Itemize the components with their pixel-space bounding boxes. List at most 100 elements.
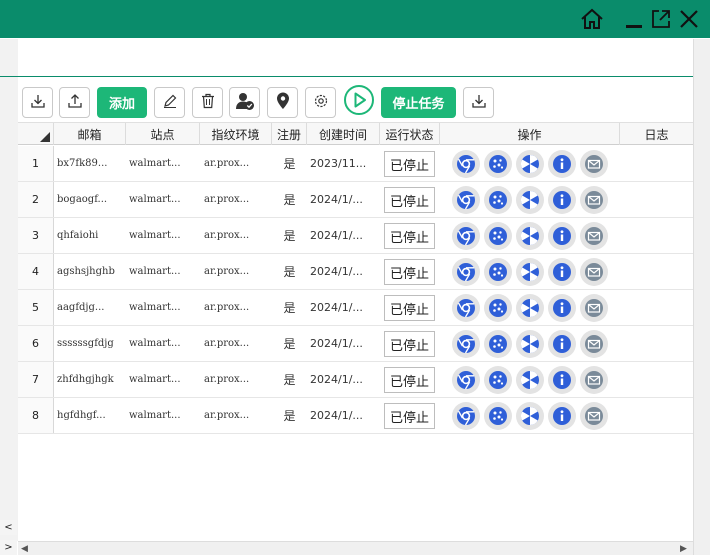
mail-icon[interactable] [580,330,608,358]
column-header-actions[interactable]: 操作 [440,123,620,145]
email-cell[interactable]: hgfdhgf... [57,398,126,433]
mail-icon[interactable] [580,366,608,394]
created-cell[interactable]: 2024/1/... [310,326,380,361]
cookie-icon[interactable] [484,366,512,394]
table-row[interactable]: 8 hgfdhgf... walmart... ar.prox... 是 2024/1/.… [18,398,693,434]
info-icon[interactable] [548,366,576,394]
row-number[interactable]: 6 [18,326,54,361]
import-button[interactable] [22,87,53,118]
created-cell[interactable]: 2024/1/... [310,362,380,397]
chrome-icon[interactable] [452,186,480,214]
registered-cell[interactable]: 是 [272,362,307,397]
aperture-icon[interactable] [516,330,544,358]
cookie-icon[interactable] [484,258,512,286]
table-row[interactable]: 3 qhfaiohi walmart... ar.prox... 是 2024/1/...… [18,218,693,254]
column-header-registered[interactable]: 注册 [272,123,307,145]
chrome-icon[interactable] [452,330,480,358]
scroll-right-button[interactable]: > [0,540,17,555]
table-row[interactable]: 2 bogaogf... walmart... ar.prox... 是 2024/1/.… [18,182,693,218]
status-button[interactable]: 已停止 [384,223,435,249]
site-cell[interactable]: walmart... [129,254,200,289]
site-cell[interactable]: walmart... [129,362,200,397]
site-cell[interactable]: walmart... [129,146,200,181]
delete-button[interactable] [192,87,223,118]
mail-icon[interactable] [580,258,608,286]
log-cell[interactable] [620,218,693,253]
row-number[interactable]: 1 [18,146,54,181]
chrome-icon[interactable] [452,258,480,286]
mail-icon[interactable] [580,294,608,322]
stop-task-button[interactable]: 停止任务 [381,87,456,118]
log-cell[interactable] [620,290,693,325]
info-icon[interactable] [548,294,576,322]
chrome-icon[interactable] [452,402,480,430]
created-cell[interactable]: 2024/1/... [310,218,380,253]
minimize-icon[interactable] [619,4,649,34]
registered-cell[interactable]: 是 [272,146,307,181]
log-cell[interactable] [620,398,693,433]
horizontal-scrollbar[interactable]: ◀ ▶ [18,541,693,555]
aperture-icon[interactable] [516,402,544,430]
email-cell[interactable]: qhfaiohi [57,218,126,253]
cookie-icon[interactable] [484,294,512,322]
site-cell[interactable]: walmart... [129,290,200,325]
log-cell[interactable] [620,146,693,181]
info-icon[interactable] [548,150,576,178]
env-cell[interactable]: ar.prox... [204,218,272,253]
chrome-icon[interactable] [452,222,480,250]
popout-icon[interactable] [646,4,676,34]
status-button[interactable]: 已停止 [384,331,435,357]
mail-icon[interactable] [580,150,608,178]
chrome-icon[interactable] [452,150,480,178]
cookie-icon[interactable] [484,330,512,358]
column-header-site[interactable]: 站点 [126,123,200,145]
start-button[interactable] [342,84,375,118]
email-cell[interactable]: agshsjhghb [57,254,126,289]
chrome-icon[interactable] [452,366,480,394]
created-cell[interactable]: 2024/1/... [310,182,380,217]
status-button[interactable]: 已停止 [384,187,435,213]
registered-cell[interactable]: 是 [272,326,307,361]
row-number[interactable]: 5 [18,290,54,325]
env-cell[interactable]: ar.prox... [204,182,272,217]
log-cell[interactable] [620,362,693,397]
settings-button[interactable] [305,87,336,118]
registered-cell[interactable]: 是 [272,398,307,433]
created-cell[interactable]: 2024/1/... [310,290,380,325]
column-header-env[interactable]: 指纹环境 [200,123,272,145]
email-cell[interactable]: bogaogf... [57,182,126,217]
chrome-icon[interactable] [452,294,480,322]
aperture-icon[interactable] [516,258,544,286]
table-row[interactable]: 4 agshsjhghb walmart... ar.prox... 是 2024/1/.… [18,254,693,290]
email-cell[interactable]: bx7fk89... [57,146,126,181]
cookie-icon[interactable] [484,402,512,430]
aperture-icon[interactable] [516,366,544,394]
info-icon[interactable] [548,402,576,430]
info-icon[interactable] [548,258,576,286]
env-cell[interactable]: ar.prox... [204,398,272,433]
created-cell[interactable]: 2024/1/... [310,398,380,433]
user-check-button[interactable] [229,87,260,118]
table-row[interactable]: 7 zhfdhgjhgk walmart... ar.prox... 是 2024/1/.… [18,362,693,398]
aperture-icon[interactable] [516,186,544,214]
column-header-email[interactable]: 邮箱 [54,123,126,145]
status-button[interactable]: 已停止 [384,403,435,429]
download-button[interactable] [463,87,494,118]
env-cell[interactable]: ar.prox... [204,362,272,397]
row-number[interactable]: 8 [18,398,54,433]
info-icon[interactable] [548,186,576,214]
home-icon[interactable] [577,4,607,34]
column-header-log[interactable]: 日志 [620,123,693,145]
registered-cell[interactable]: 是 [272,218,307,253]
status-button[interactable]: 已停止 [384,151,435,177]
site-cell[interactable]: walmart... [129,326,200,361]
edit-button[interactable] [154,87,185,118]
cookie-icon[interactable] [484,150,512,178]
site-cell[interactable]: walmart... [129,398,200,433]
email-cell[interactable]: zhfdhgjhgk [57,362,126,397]
table-row[interactable]: 5 aagfdjg... walmart... ar.prox... 是 2024/1/.… [18,290,693,326]
site-cell[interactable]: walmart... [129,182,200,217]
row-number[interactable]: 3 [18,218,54,253]
info-icon[interactable] [548,330,576,358]
row-number[interactable]: 4 [18,254,54,289]
